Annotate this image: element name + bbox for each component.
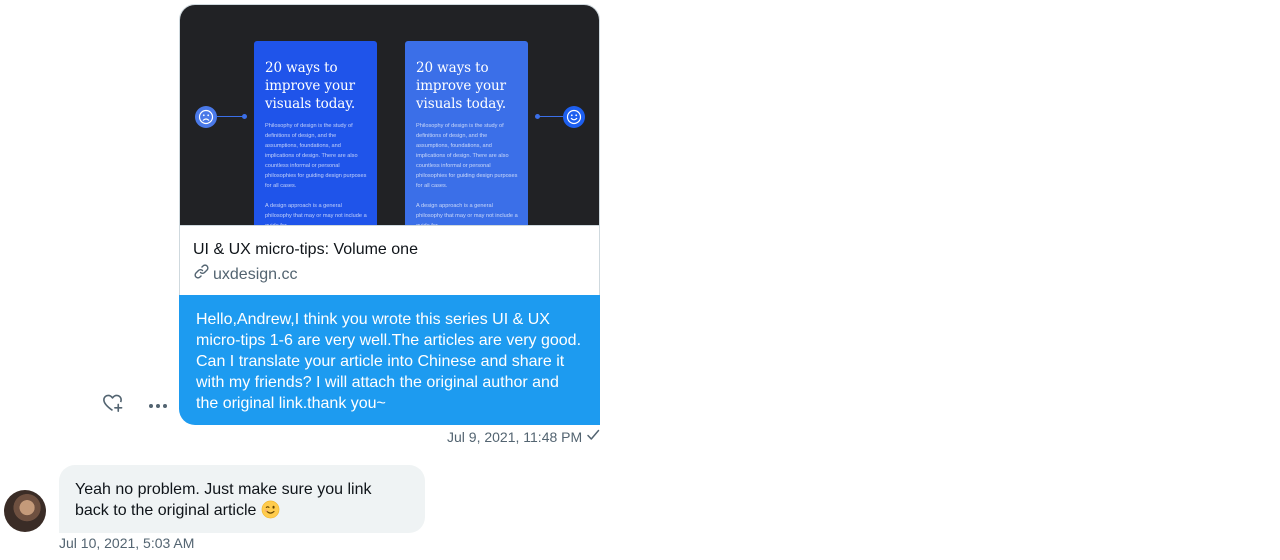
link-icon [193, 263, 210, 286]
checkmark-icon [586, 428, 600, 445]
connector-dot [535, 114, 540, 119]
preview-panel-after: 20 ways to improve your visuals today. P… [405, 41, 528, 225]
conversation: 20 ways to improve your visuals today. P… [0, 0, 1280, 560]
connector-line [536, 116, 564, 117]
connector-line [217, 116, 245, 117]
message-actions [100, 393, 170, 417]
preview-panel-before: 20 ways to improve your visuals today. P… [254, 41, 377, 225]
winking-face-emoji [261, 500, 280, 519]
react-button[interactable] [100, 393, 124, 417]
preview-panel-title: 20 ways to improve your visuals today. [416, 60, 507, 112]
outgoing-message-bubble: Hello,Andrew,I think you wrote this seri… [179, 295, 600, 425]
connector-dot [242, 114, 247, 119]
preview-panel-body: Philosophy of design is the study of def… [416, 123, 518, 189]
more-button[interactable] [146, 393, 170, 417]
incoming-message-bubble: Yeah no problem. Just make sure you link… [59, 465, 425, 533]
avatar[interactable] [4, 490, 46, 532]
preview-panel-title: 20 ways to improve your visuals today. [265, 60, 356, 112]
incoming-message-text: Yeah no problem. Just make sure you link… [75, 481, 372, 519]
preview-panel-body: A design approach is a general philosoph… [265, 203, 367, 225]
more-icon [148, 396, 168, 414]
heart-plus-icon [101, 391, 124, 419]
link-info[interactable]: UI & UX micro-tips: Volume one uxdesign.… [180, 225, 599, 295]
happy-face-icon [563, 106, 585, 128]
sad-face-icon [195, 106, 217, 128]
link-title[interactable]: UI & UX micro-tips: Volume one [193, 240, 586, 260]
preview-panel-body: Philosophy of design is the study of def… [265, 123, 367, 189]
outgoing-timestamp: Jul 9, 2021, 11:48 PM [447, 428, 600, 445]
timestamp-text: Jul 9, 2021, 11:48 PM [447, 428, 583, 445]
link-domain-row[interactable]: uxdesign.cc [193, 263, 586, 286]
incoming-timestamp: Jul 10, 2021, 5:03 AM [59, 535, 195, 551]
preview-panel-body: A design approach is a general philosoph… [416, 203, 518, 225]
link-domain: uxdesign.cc [213, 265, 298, 283]
link-preview-image[interactable]: 20 ways to improve your visuals today. P… [180, 5, 599, 225]
link-preview-card[interactable]: 20 ways to improve your visuals today. P… [179, 4, 600, 296]
